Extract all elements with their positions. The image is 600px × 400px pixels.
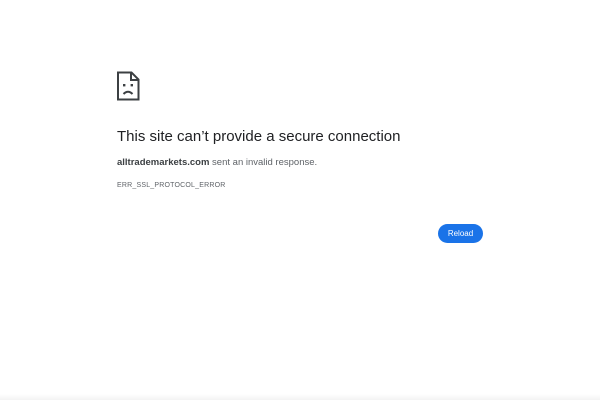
error-title: This site can’t provide a secure connect… — [117, 128, 401, 145]
site-host: alltrademarkets.com — [117, 157, 210, 168]
bottom-edge — [0, 394, 600, 400]
error-code: ERR_SSL_PROTOCOL_ERROR — [117, 182, 226, 189]
error-page: This site can’t provide a secure connect… — [0, 0, 600, 400]
reload-button[interactable]: Reload — [438, 224, 483, 243]
sad-document-icon — [116, 71, 140, 101]
error-description: alltrademarkets.com sent an invalid resp… — [117, 157, 317, 169]
error-description-text: sent an invalid response. — [209, 157, 318, 168]
